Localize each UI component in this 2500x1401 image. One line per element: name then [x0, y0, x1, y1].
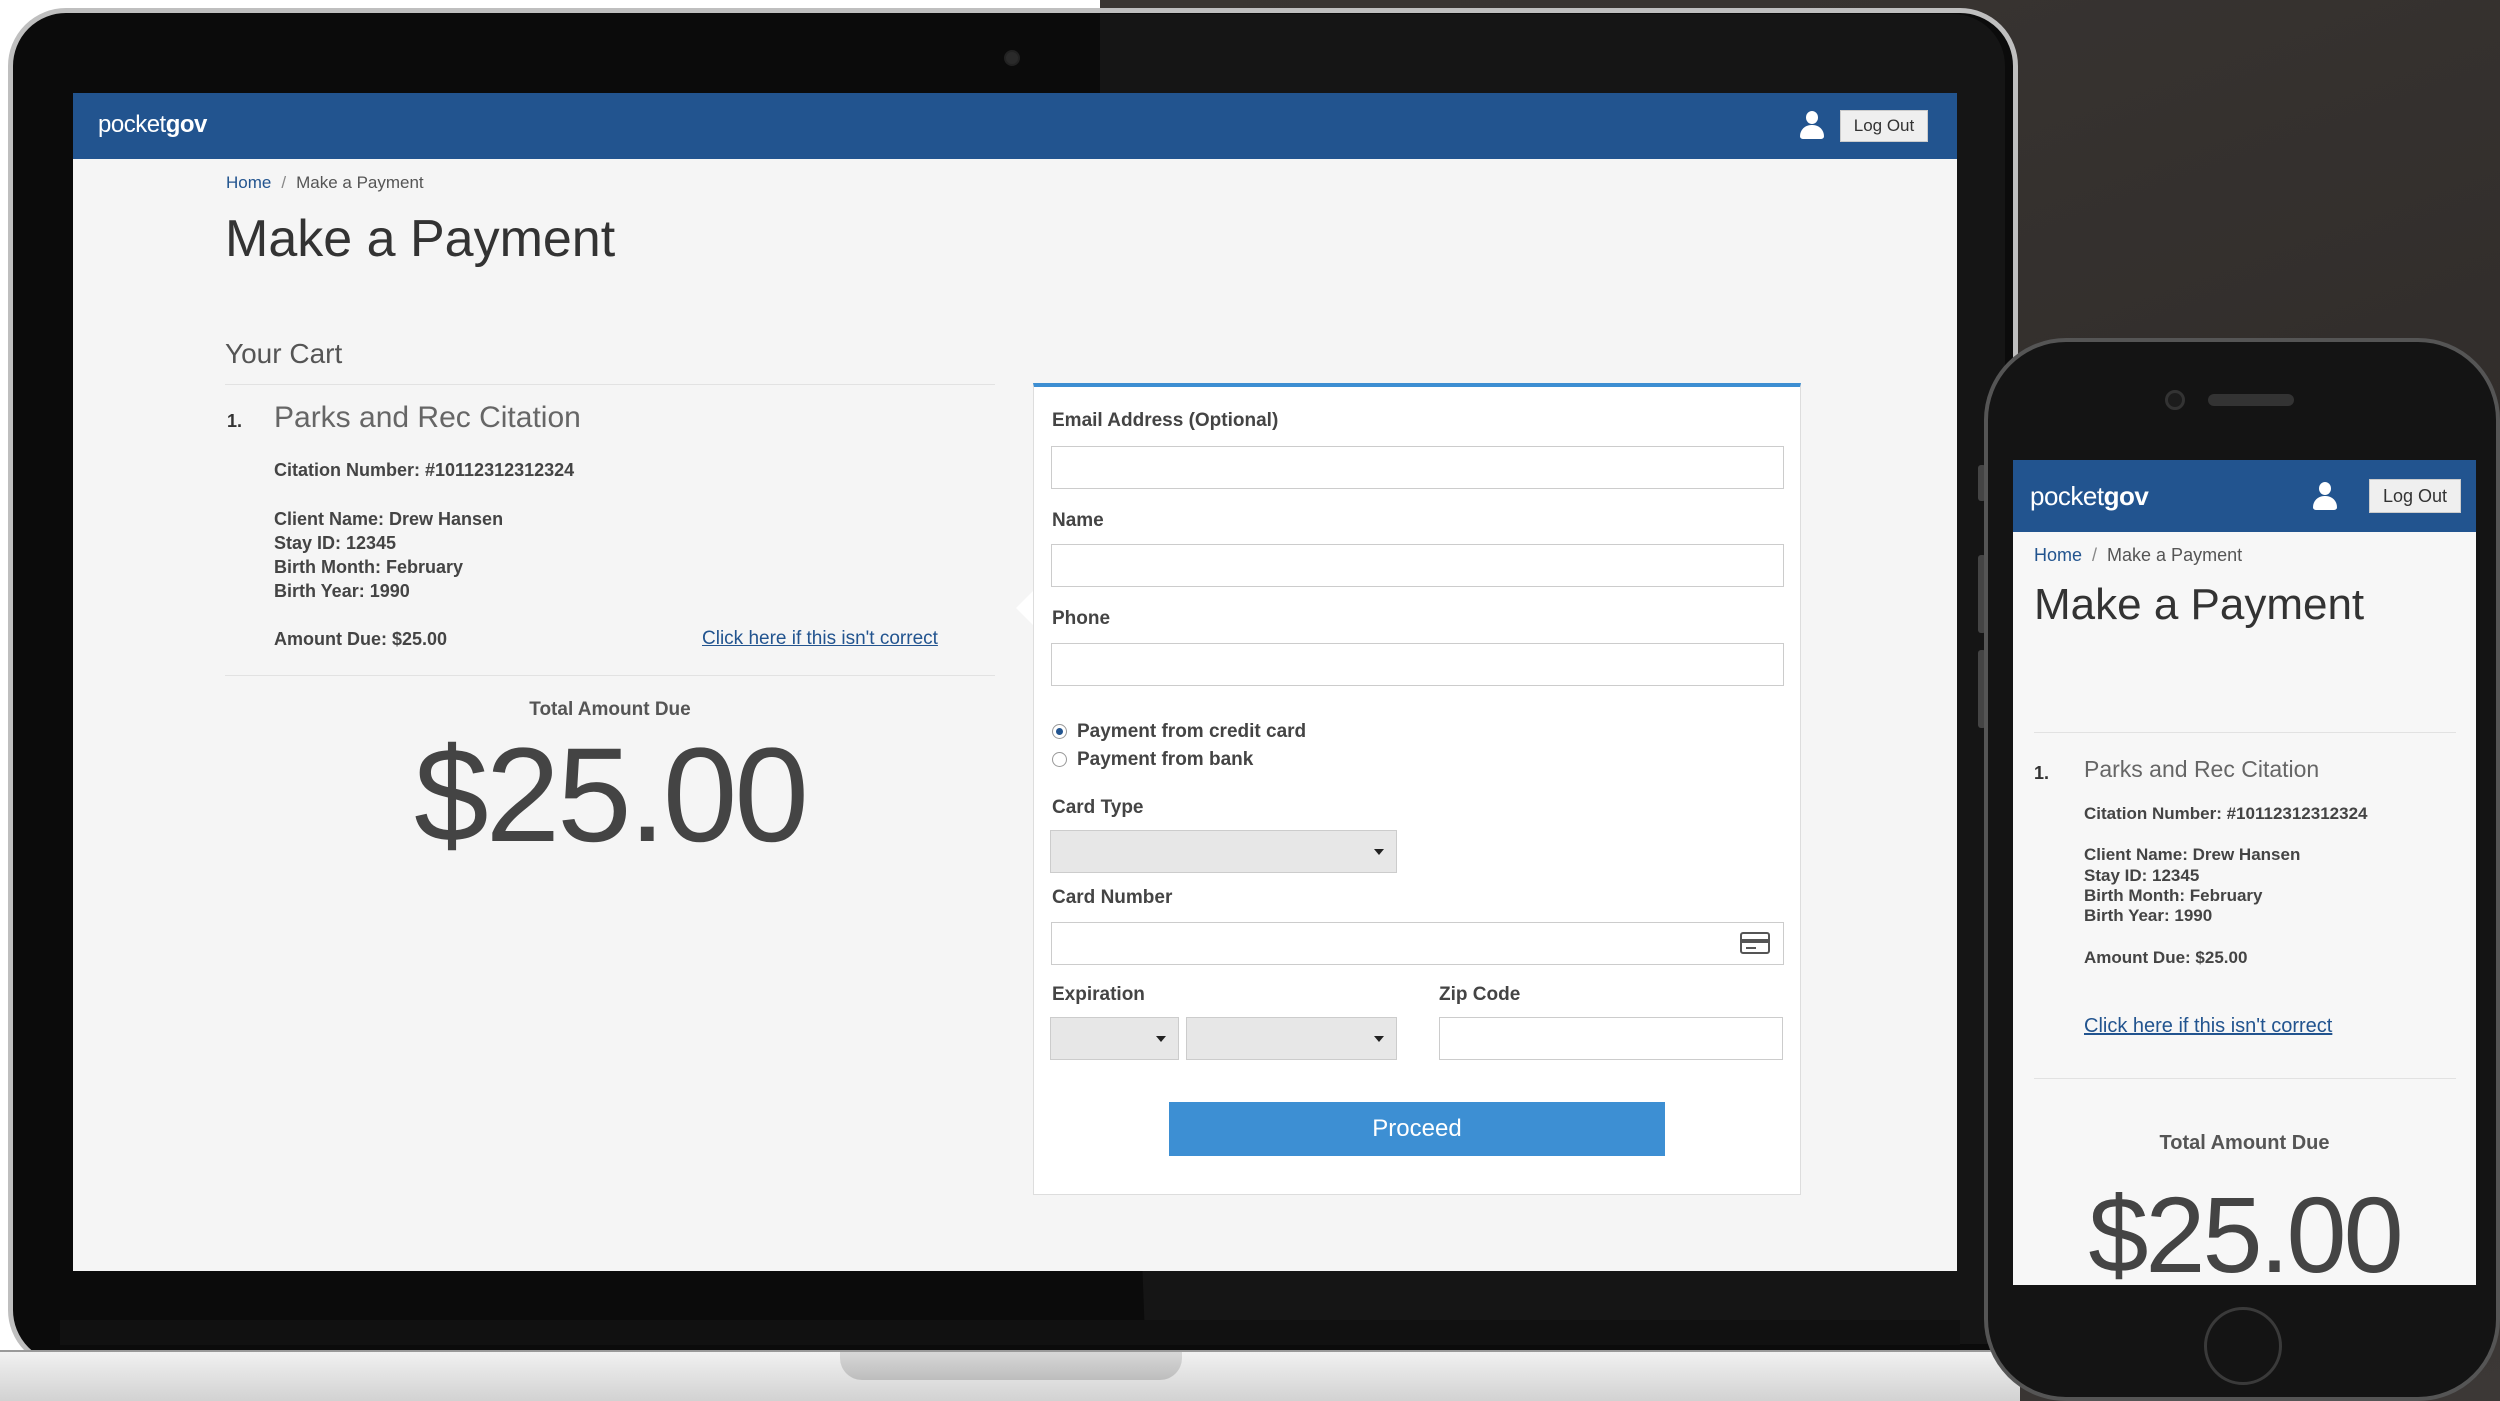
chevron-down-icon — [1374, 1036, 1384, 1042]
logo-light-text: pocket — [98, 111, 166, 138]
birth-month: Birth Month: February — [274, 557, 463, 577]
pocketgov-logo[interactable]: pocketgov — [98, 111, 207, 139]
chevron-down-icon — [1156, 1036, 1166, 1042]
top-navbar: pocketgov Log Out — [73, 93, 1957, 159]
cart-divider-bottom — [225, 675, 995, 676]
phone-camera — [2165, 390, 2185, 410]
panel-pointer — [1016, 590, 1034, 626]
zip-code-label: Zip Code — [1439, 984, 1521, 1005]
citation-number: Citation Number: #10112312312324 — [274, 460, 575, 480]
chevron-down-icon — [1374, 849, 1384, 855]
phone-user-icon[interactable] — [2312, 482, 2338, 512]
phone-cart-item-title: Parks and Rec Citation — [2084, 756, 2320, 782]
phone-client-name: Client Name: Drew Hansen — [2084, 845, 2301, 864]
incorrect-info-link[interactable]: Click here if this isn't correct — [702, 628, 938, 650]
phone-speaker — [2208, 394, 2294, 406]
breadcrumb: Home / Make a Payment — [226, 173, 424, 193]
phone-cart-item-number: 1. — [2034, 763, 2050, 783]
logout-button[interactable]: Log Out — [1840, 110, 1928, 142]
page-title: Make a Payment — [225, 210, 616, 268]
credit-card-icon — [1740, 932, 1770, 954]
payment-option-credit-card[interactable]: Payment from credit card — [1052, 721, 1306, 743]
name-label: Name — [1052, 510, 1104, 531]
phone-breadcrumb: Home / Make a Payment — [2034, 545, 2242, 566]
phone-pocketgov-logo[interactable]: pocketgov — [2030, 481, 2149, 512]
phone-stay-id: Stay ID: 12345 — [2084, 866, 2200, 885]
birth-year: Birth Year: 1990 — [274, 581, 410, 601]
total-amount-label: Total Amount Due — [529, 699, 691, 720]
laptop-chin — [60, 1320, 1960, 1345]
phone-navbar: pocketgov Log Out — [2013, 460, 2476, 532]
expiration-label: Expiration — [1052, 984, 1145, 1005]
cart-item-title: Parks and Rec Citation — [274, 401, 581, 434]
laptop-camera — [1004, 50, 1020, 66]
payment-option-credit-card-label: Payment from credit card — [1077, 721, 1307, 742]
radio-selected-icon[interactable] — [1052, 724, 1067, 739]
breadcrumb-current: Make a Payment — [296, 173, 424, 192]
phone-birth-year: Birth Year: 1990 — [2084, 906, 2213, 925]
phone-breadcrumb-home-link[interactable]: Home — [2034, 545, 2082, 565]
phone-logout-button[interactable]: Log Out — [2369, 479, 2461, 513]
phone-incorrect-info-link[interactable]: Click here if this isn't correct — [2084, 1015, 2332, 1038]
phone-total-amount-label: Total Amount Due — [2159, 1132, 2330, 1154]
phone-breadcrumb-current: Make a Payment — [2107, 545, 2243, 565]
email-field[interactable] — [1051, 446, 1784, 489]
payment-form-panel — [1033, 383, 1801, 1195]
phone-citation-number: Citation Number: #10112312312324 — [2084, 804, 2368, 823]
card-type-select[interactable] — [1050, 830, 1397, 873]
phone-breadcrumb-separator: / — [2092, 545, 2098, 565]
card-number-label: Card Number — [1052, 887, 1173, 908]
phone-divider-bottom — [2034, 1078, 2456, 1079]
phone-page-title: Make a Payment — [2034, 580, 2365, 629]
user-icon[interactable] — [1799, 111, 1825, 141]
total-amount-value: $25.00 — [414, 721, 809, 870]
expiration-month-select[interactable] — [1050, 1017, 1179, 1060]
payment-option-bank[interactable]: Payment from bank — [1052, 749, 1253, 771]
breadcrumb-separator: / — [281, 173, 287, 192]
cart-heading: Your Cart — [225, 338, 343, 369]
phone-logo-light-text: pocket — [2030, 481, 2104, 511]
amount-due: Amount Due: $25.00 — [274, 629, 448, 649]
phone-home-button[interactable] — [2204, 1307, 2282, 1385]
name-field[interactable] — [1051, 544, 1784, 587]
client-name: Client Name: Drew Hansen — [274, 509, 504, 529]
phone-divider-top — [2034, 732, 2456, 733]
card-type-label: Card Type — [1052, 797, 1144, 818]
radio-icon[interactable] — [1052, 752, 1067, 767]
logo-bold-text: gov — [165, 111, 208, 138]
stay-id: Stay ID: 12345 — [274, 533, 397, 553]
phone-total-amount-value: $25.00 — [2088, 1174, 2403, 1285]
phone-screen: pocketgov Log Out Home / Make a Payment Ma… — [2013, 460, 2476, 1285]
phone-amount-due: Amount Due: $25.00 — [2084, 948, 2248, 967]
laptop-notch — [840, 1352, 1182, 1380]
card-number-field[interactable] — [1051, 922, 1784, 965]
phone-label: Phone — [1052, 608, 1111, 629]
phone-logo-bold-text: gov — [2103, 481, 2149, 511]
phone-birth-month: Birth Month: February — [2084, 886, 2263, 905]
cart-divider-top — [225, 384, 995, 385]
cart-item-number: 1. — [227, 411, 243, 431]
proceed-button[interactable]: Proceed — [1169, 1102, 1665, 1156]
expiration-year-select[interactable] — [1186, 1017, 1397, 1060]
phone-field[interactable] — [1051, 643, 1784, 686]
breadcrumb-home-link[interactable]: Home — [226, 173, 271, 192]
payment-option-bank-label: Payment from bank — [1077, 749, 1254, 770]
zip-code-field[interactable] — [1439, 1017, 1783, 1060]
email-label: Email Address (Optional) — [1052, 410, 1279, 431]
